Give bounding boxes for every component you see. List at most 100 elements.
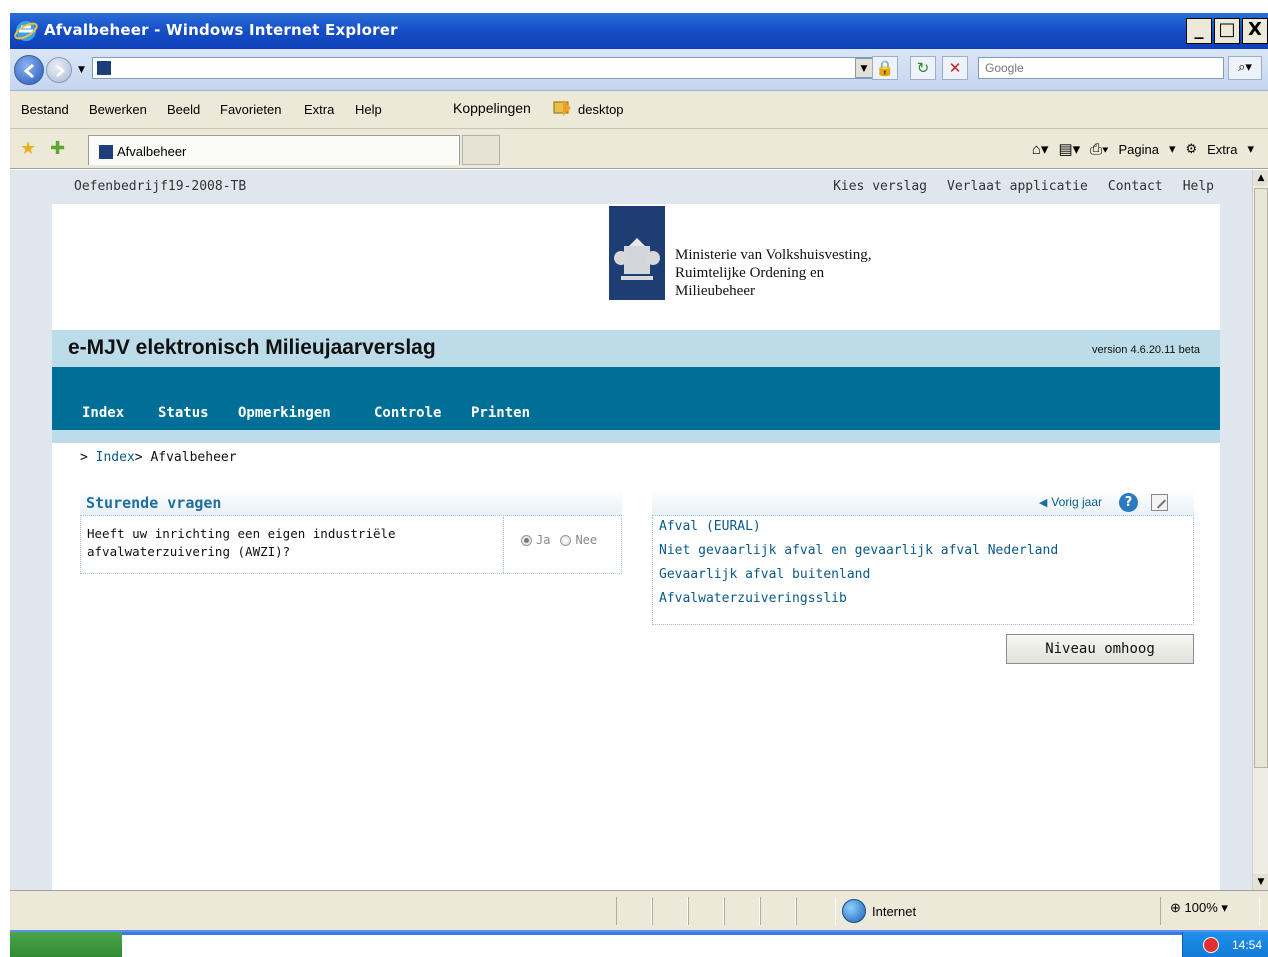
- tools-menu[interactable]: Extra: [1207, 142, 1237, 157]
- menu-beeld[interactable]: Beeld: [167, 102, 200, 117]
- ministry-line-2: Ruimtelijke Ordening en: [675, 265, 825, 281]
- question-text: Heeft uw inrichting een eigen industriël…: [87, 525, 487, 561]
- status-cell: [652, 897, 688, 925]
- command-bar: ⌂▾ ▤▾ ⎙▾ Pagina ▾ ⚙ Extra ▾: [1032, 140, 1254, 159]
- link-niet-gevaarlijk-afval[interactable]: Niet gevaarlijk afval en gevaarlijk afva…: [659, 543, 1058, 558]
- history-dropdown-icon[interactable]: ▼: [78, 65, 85, 75]
- caret-left-icon: ◀: [1038, 497, 1048, 509]
- close-button[interactable]: X: [1242, 18, 1268, 44]
- back-button[interactable]: [14, 55, 44, 85]
- ministry-line-3: Milieubeheer: [675, 283, 755, 299]
- menu-favorieten[interactable]: Favorieten: [220, 102, 281, 117]
- window-controls: _ □ X: [1186, 18, 1268, 44]
- new-tab-button[interactable]: [462, 135, 500, 165]
- refresh-icon[interactable]: ↻: [910, 56, 936, 80]
- stop-icon[interactable]: ✕: [942, 56, 968, 80]
- menu-bewerken[interactable]: Bewerken: [89, 102, 147, 117]
- start-button[interactable]: [10, 932, 122, 957]
- tray-icon[interactable]: [1203, 937, 1219, 953]
- question-line-2: afvalwaterzuivering (AWZI)?: [87, 544, 291, 559]
- page-content: Ministerie van Volkshuisvesting, Ruimtel…: [52, 204, 1220, 890]
- status-bar: Internet ⊕ 100% ▾: [10, 890, 1268, 930]
- breadcrumb-current: Afvalbeheer: [150, 450, 237, 465]
- search-icon[interactable]: ⌕▾: [1228, 56, 1262, 80]
- search-input[interactable]: Google: [978, 57, 1224, 79]
- internet-explorer-icon: [14, 21, 38, 41]
- top-strip: Oefenbedrijf19-2008-TB Kies verslag Verl…: [10, 170, 1252, 204]
- zoom-control[interactable]: ⊕ 100% ▾: [1170, 900, 1228, 916]
- vertical-scrollbar[interactable]: ▲ ▼: [1252, 170, 1268, 890]
- home-icon[interactable]: ⌂▾: [1032, 140, 1049, 158]
- sturende-vragen-header: Sturende vragen: [80, 490, 622, 516]
- maximize-button[interactable]: □: [1214, 18, 1240, 44]
- company-name: Oefenbedrijf19-2008-TB: [74, 179, 247, 194]
- page-menu[interactable]: Pagina: [1118, 142, 1158, 157]
- awzi-radio-group: Ja Nee: [521, 533, 597, 547]
- favorites-star-icon[interactable]: ★: [20, 138, 36, 159]
- zoom-icon: ⊕: [1170, 900, 1181, 915]
- radio-nee[interactable]: [560, 534, 572, 546]
- forward-arrow-icon: [56, 65, 65, 77]
- kies-verslag-link[interactable]: Kies verslag: [833, 179, 927, 194]
- edit-icon[interactable]: [1151, 494, 1168, 511]
- scroll-down-icon[interactable]: ▼: [1253, 874, 1268, 890]
- nav-index[interactable]: Index: [82, 405, 124, 421]
- app-version: version 4.6.20.11 beta: [1091, 344, 1200, 356]
- breadcrumb-index-link[interactable]: Index: [96, 450, 135, 465]
- help-link[interactable]: Help: [1183, 179, 1214, 194]
- vorig-jaar-link[interactable]: ◀ Vorig jaar: [1039, 495, 1102, 509]
- zone-label: Internet: [872, 903, 917, 919]
- forward-button[interactable]: [46, 57, 72, 83]
- nav-status[interactable]: Status: [158, 405, 209, 421]
- links-toolbar-label[interactable]: Koppelingen: [453, 100, 531, 116]
- feeds-icon[interactable]: ▤▾: [1058, 140, 1080, 158]
- menu-help[interactable]: Help: [355, 102, 382, 117]
- link-gevaarlijk-afval-buitenland[interactable]: Gevaarlijk afval buitenland: [659, 567, 870, 582]
- radio-nee-label: Nee: [575, 533, 598, 547]
- lock-icon[interactable]: 🔒: [872, 56, 898, 80]
- question-row: Heeft uw inrichting een eigen industriël…: [80, 517, 622, 574]
- breadcrumb-prefix: >: [80, 450, 96, 465]
- link-afvalwaterzuiveringsslib[interactable]: Afvalwaterzuiveringsslib: [659, 591, 847, 606]
- scroll-up-icon[interactable]: ▲: [1253, 170, 1268, 186]
- status-cell: [796, 897, 836, 925]
- page-menu-chevron-icon: ▾: [1168, 141, 1176, 156]
- nav-printen[interactable]: Printen: [471, 405, 530, 421]
- menu-bestand[interactable]: Bestand: [21, 102, 69, 117]
- nav-opmerkingen[interactable]: Opmerkingen: [238, 405, 331, 421]
- coat-of-arms-icon: [614, 238, 660, 280]
- add-favorite-icon[interactable]: ✚: [50, 138, 65, 159]
- window-title: Afvalbeheer - Windows Internet Explorer: [44, 21, 398, 39]
- scroll-thumb[interactable]: [1254, 188, 1268, 768]
- nav-controle[interactable]: Controle: [374, 405, 441, 421]
- address-dropdown-button[interactable]: ▼: [855, 58, 873, 78]
- ministry-logo: [609, 206, 665, 300]
- desktop-link[interactable]: desktop: [578, 102, 624, 117]
- niveau-omhoog-button[interactable]: Niveau omhoog: [1006, 634, 1194, 664]
- menu-extra[interactable]: Extra: [304, 102, 334, 117]
- status-cell: [616, 897, 652, 925]
- tab-afvalbeheer[interactable]: Afvalbeheer: [88, 135, 460, 165]
- menu-bar: Bestand Bewerken Beeld Favorieten Extra …: [10, 91, 1268, 129]
- tools-gear-icon: ⚙: [1185, 141, 1198, 156]
- print-icon[interactable]: ⎙▾: [1090, 141, 1108, 158]
- security-zone[interactable]: Internet: [842, 899, 916, 923]
- sturende-vragen-title: Sturende vragen: [86, 494, 222, 512]
- address-field[interactable]: [92, 57, 874, 79]
- main-nav: Index Status Opmerkingen Controle Printe…: [52, 367, 1220, 430]
- ministry-line-1: Ministerie van Volkshuisvesting,: [675, 247, 872, 263]
- window-titlebar[interactable]: Afvalbeheer - Windows Internet Explorer …: [10, 13, 1268, 49]
- tab-bar: ★ ✚ Afvalbeheer ⌂▾ ▤▾ ⎙▾ Pagina ▾ ⚙ Extr…: [10, 129, 1268, 169]
- help-icon[interactable]: ?: [1119, 493, 1138, 512]
- tab-label: Afvalbeheer: [117, 144, 187, 159]
- desktop-icon: [553, 100, 571, 116]
- status-cell: [724, 897, 760, 925]
- radio-ja[interactable]: [521, 534, 532, 546]
- radio-ja-label: Ja: [536, 533, 551, 547]
- minimize-button[interactable]: _: [1186, 18, 1212, 44]
- breadcrumb: > Index> Afvalbeheer: [80, 450, 237, 465]
- link-afval-eural[interactable]: Afval (EURAL): [659, 519, 761, 534]
- vorig-jaar-label: Vorig jaar: [1051, 495, 1102, 509]
- contact-link[interactable]: Contact: [1108, 179, 1163, 194]
- verlaat-applicatie-link[interactable]: Verlaat applicatie: [947, 179, 1088, 194]
